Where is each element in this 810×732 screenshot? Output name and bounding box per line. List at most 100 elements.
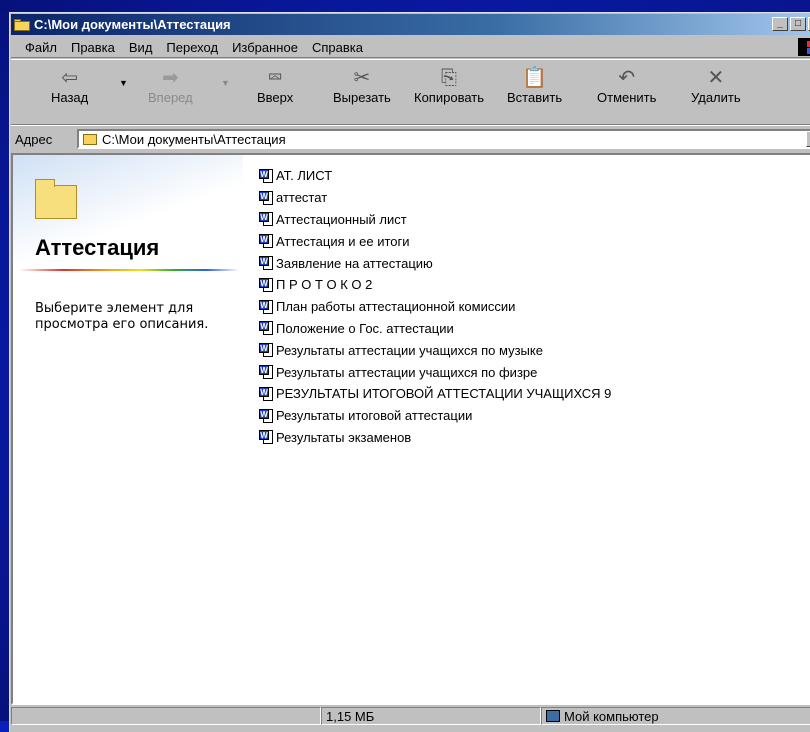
address-value: C:\Мои документы\Аттестация [102,131,286,147]
list-item[interactable]: W Заявление на аттестацию [259,252,611,274]
menu-favorites[interactable]: Избранное [225,40,305,55]
forward-arrow-icon: ➡ [161,67,179,89]
file-name: аттестат [276,190,328,206]
file-name: Заявление на аттестацию [276,255,433,271]
file-name: План работы аттестационной комиссии [276,299,516,315]
folder-icon [83,133,97,145]
file-name: АТ. ЛИСТ [276,168,333,184]
list-item[interactable]: WП Р О Т О К О 2 [259,274,611,296]
copy-label: Копировать [414,90,484,105]
list-item[interactable]: W Результаты итоговой аттестации [259,405,611,427]
toolbar: ⇦ Назад ▼ ➡ Вперед ▼ ⮹ Вверх ✂ Вырезать … [11,59,810,125]
file-list: W АТ. ЛИСТ Wаттестат W Аттестационный лист… [259,165,611,448]
word-document-icon: W [259,320,273,336]
list-item[interactable]: W Результаты аттестации учащихся по музык… [259,339,611,361]
word-document-icon: W [259,211,273,227]
status-pane-empty [11,707,321,725]
file-name: Результаты аттестации учащихся по музыке [276,342,543,358]
folder-title: Аттестация [35,235,160,260]
undo-label: Отменить [597,90,657,105]
paste-label: Вставить [507,90,563,105]
address-label: Адрес [15,131,53,147]
file-name: Аттестационный лист [276,211,407,227]
word-document-icon: W [259,299,273,315]
back-dropdown-icon[interactable]: ▼ [119,78,128,128]
cut-label: Вырезать [333,90,391,105]
word-document-icon: W [259,386,273,402]
word-document-icon: W [259,342,273,358]
delete-x-icon: ✕ [707,67,725,89]
explorer-window: C:\Мои документы\Аттестация _ □ ✕ Файл П… [9,12,810,732]
windows-logo-icon [798,38,810,56]
file-name: Аттестация и ее итоги [276,233,410,249]
list-item[interactable]: W РЕЗУЛЬТАТЫ ИТОГОВОЙ АТТЕСТАЦИИ УЧАЩИХСЯ… [259,383,611,405]
folder-description: Выберите элемент для просмотра его описа… [35,301,209,332]
scissors-icon: ✂ [353,67,371,89]
status-zone-label: Мой компьютер [564,708,659,724]
word-document-icon: W [259,429,273,445]
back-button[interactable]: ⇦ Назад [51,66,88,116]
undo-button[interactable]: ↶ Отменить [597,66,656,116]
file-name: Положение о Гос. аттестации [276,320,454,336]
word-document-icon: W [259,168,273,184]
delete-label: Удалить [691,90,741,105]
file-name: РЕЗУЛЬТАТЫ ИТОГОВОЙ АТТЕСТАЦИИ УЧАЩИХСЯ … [276,386,612,402]
status-bar: 1,15 МБ Мой компьютер [11,706,810,726]
forward-dropdown-icon[interactable]: ▼ [221,78,230,128]
list-item[interactable]: Wаттестат [259,187,611,209]
list-item[interactable]: W Аттестационный лист [259,209,611,231]
undo-icon: ↶ [618,67,636,89]
menu-view[interactable]: Вид [122,40,160,55]
cut-button[interactable]: ✂ Вырезать [333,66,391,116]
file-name: Результаты аттестации учащихся по физре [276,364,538,380]
word-document-icon: W [259,277,273,293]
paste-button[interactable]: 📋 Вставить [507,66,562,116]
menu-edit[interactable]: Правка [64,40,122,55]
up-label: Вверх [257,90,294,105]
forward-button[interactable]: ➡ Вперед [148,66,193,116]
word-document-icon: W [259,190,273,206]
list-item[interactable]: W Результаты аттестации учащихся по физре [259,361,611,383]
list-item[interactable]: W Результаты экзаменов [259,427,611,449]
up-folder-icon: ⮹ [267,67,284,89]
back-label: Назад [51,90,89,105]
word-document-icon: W [259,255,273,271]
list-item[interactable]: W АТ. ЛИСТ [259,165,611,187]
list-item[interactable]: W Аттестация и ее итоги [259,230,611,252]
status-size: 1,15 МБ [321,707,541,725]
title-bar[interactable]: C:\Мои документы\Аттестация _ □ ✕ [11,14,810,35]
window-title: C:\Мои документы\Аттестация [34,17,231,32]
list-item[interactable]: W План работы аттестационной комиссии [259,296,611,318]
word-document-icon: W [259,364,273,380]
menu-help[interactable]: Справка [305,40,370,55]
maximize-button[interactable]: □ [790,17,806,31]
folder-content: Аттестация Выберите элемент для просмотр… [11,153,810,705]
word-document-icon: W [259,408,273,424]
address-bar: Адрес C:\Мои документы\Аттестация ▼ [11,125,810,152]
list-item[interactable]: W Положение о Гос. аттестации [259,318,611,340]
address-input[interactable]: C:\Мои документы\Аттестация ▼ [77,129,810,149]
chevron-down-icon[interactable]: ▼ [806,131,810,147]
delete-button[interactable]: ✕ Удалить [691,66,741,116]
menu-go[interactable]: Переход [159,40,225,55]
computer-icon [546,710,560,722]
file-name: Результаты экзаменов [276,429,412,445]
status-zone: Мой компьютер [541,707,810,725]
folder-icon [14,18,30,31]
paste-icon: 📋 [522,67,547,89]
copy-icon: ⎘ [441,67,457,89]
web-view-panel: Аттестация Выберите элемент для просмотр… [13,155,243,703]
menu-bar: Файл Правка Вид Переход Избранное Справк… [11,37,810,58]
folder-icon [35,179,77,219]
window-controls: _ □ ✕ [772,17,810,31]
up-button[interactable]: ⮹ Вверх [257,66,293,116]
file-name: П Р О Т О К О 2 [276,277,373,293]
menu-file[interactable]: Файл [11,40,64,55]
file-name: Результаты итоговой аттестации [276,408,473,424]
minimize-button[interactable]: _ [772,17,788,31]
divider [19,269,239,271]
back-arrow-icon: ⇦ [61,67,78,89]
forward-label: Вперед [148,90,193,105]
copy-button[interactable]: ⎘ Копировать [414,66,484,116]
word-document-icon: W [259,233,273,249]
